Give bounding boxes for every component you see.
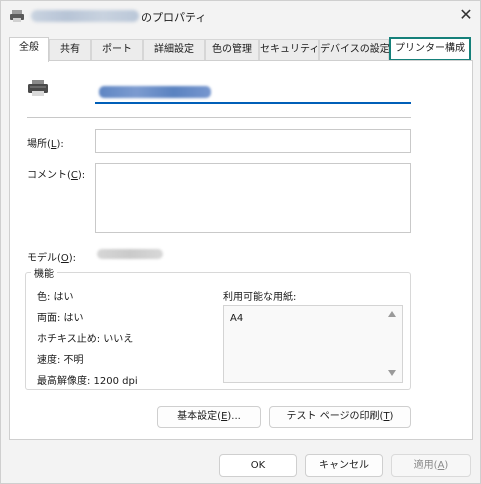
print-test-page-button[interactable]: テスト ページの印刷(T) [269, 406, 411, 428]
location-label: 場所(L): [27, 139, 64, 150]
tab-printer-configuration[interactable]: プリンター構成 [389, 37, 471, 61]
model-value-redacted [97, 249, 163, 259]
apply-button[interactable]: 適用(A) [391, 454, 471, 477]
model-label: モデル(O): [27, 253, 77, 264]
available-paper-label: 利用可能な用紙: [223, 292, 297, 303]
feature-color: 色: はい [37, 292, 74, 303]
printer-icon [27, 79, 49, 97]
comment-input[interactable] [95, 163, 411, 233]
divider [27, 117, 411, 118]
printer-properties-dialog: のプロパティ ✕ 全般 共有 ポート 詳細設定 色の管理 セキュリティ デバイス… [0, 0, 481, 484]
location-input[interactable] [95, 129, 411, 153]
preferences-button[interactable]: 基本設定(E)... [157, 406, 261, 428]
printer-name-redacted [31, 10, 139, 22]
scroll-down-icon[interactable] [388, 370, 396, 376]
tab-sharing[interactable]: 共有 [49, 39, 91, 61]
feature-speed: 速度: 不明 [37, 355, 84, 366]
feature-staple: ホチキス止め: いいえ [37, 334, 134, 345]
printer-icon [9, 9, 25, 23]
feature-resolution: 最高解像度: 1200 dpi [37, 376, 138, 387]
printer-name-redacted [99, 86, 211, 98]
list-item[interactable]: A4 [230, 313, 243, 324]
ok-button[interactable]: OK [219, 454, 297, 477]
tab-advanced[interactable]: 詳細設定 [143, 39, 205, 61]
close-button[interactable]: ✕ [453, 4, 479, 28]
close-icon: ✕ [459, 7, 473, 24]
window-title: のプロパティ [141, 11, 207, 24]
available-paper-list[interactable]: A4 [223, 305, 403, 383]
tab-security[interactable]: セキュリティ [259, 39, 319, 61]
comment-label: コメント(C): [27, 170, 86, 181]
feature-duplex: 両面: はい [37, 313, 84, 324]
title-bar: のプロパティ ✕ [1, 1, 480, 31]
tab-color-management[interactable]: 色の管理 [205, 39, 259, 61]
tab-device-settings[interactable]: デバイスの設定 [319, 39, 390, 61]
cancel-button[interactable]: キャンセル [305, 454, 383, 477]
scroll-up-icon[interactable] [388, 311, 396, 317]
tab-ports[interactable]: ポート [91, 39, 143, 61]
features-legend: 機能 [31, 265, 57, 280]
tab-general[interactable]: 全般 [9, 37, 49, 62]
tab-bar: 全般 共有 ポート 詳細設定 色の管理 セキュリティ デバイスの設定 プリンター… [9, 37, 473, 62]
